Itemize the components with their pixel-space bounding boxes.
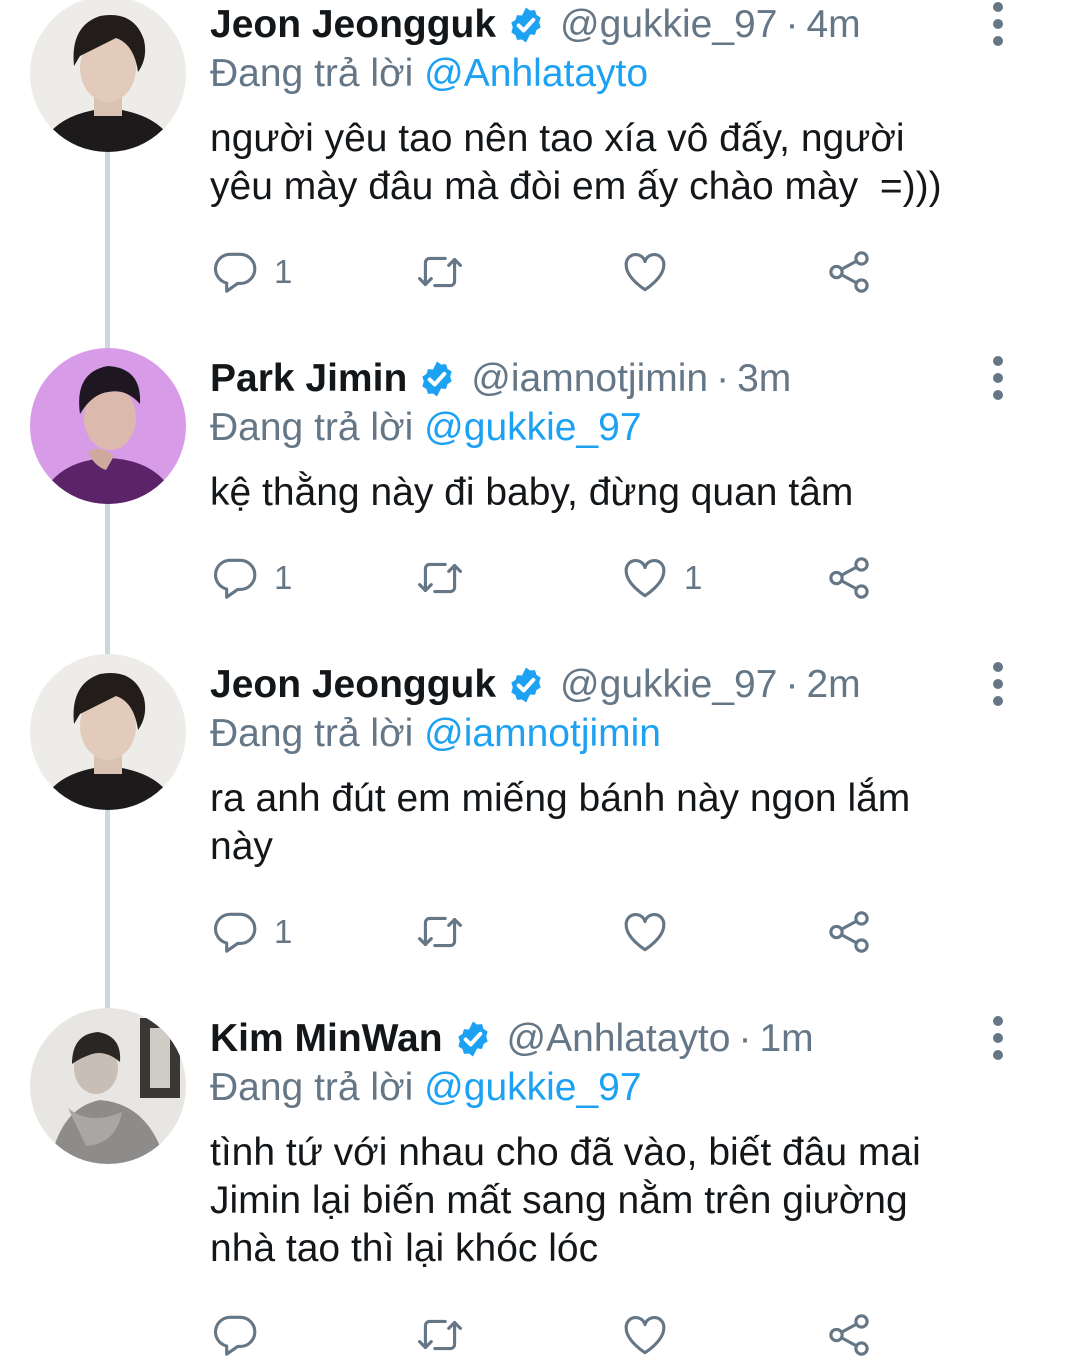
timestamp[interactable]: 2m bbox=[806, 663, 860, 707]
like-icon bbox=[620, 1310, 670, 1360]
more-options-icon[interactable] bbox=[985, 662, 1011, 706]
retweet-button[interactable] bbox=[415, 242, 479, 302]
retweet-button[interactable] bbox=[415, 1305, 479, 1365]
more-options-icon[interactable] bbox=[985, 2, 1011, 46]
share-button[interactable] bbox=[824, 1305, 874, 1365]
share-icon bbox=[824, 1310, 874, 1360]
more-options-icon[interactable] bbox=[985, 356, 1011, 400]
reply-button[interactable]: 1 bbox=[210, 548, 292, 608]
replying-to-line: Đang trả lời @gukkie_97 bbox=[210, 404, 642, 452]
verified-badge-icon bbox=[506, 665, 546, 705]
retweet-icon bbox=[415, 907, 465, 957]
replying-to-mention[interactable]: @gukkie_97 bbox=[424, 406, 641, 449]
reply-button[interactable] bbox=[210, 1305, 274, 1365]
username-handle[interactable]: @iamnotjimin bbox=[471, 357, 708, 401]
tweet-header: Jeon Jeongguk @gukkie_97 · 4m bbox=[210, 0, 861, 50]
like-count: 1 bbox=[684, 559, 703, 596]
retweet-button[interactable] bbox=[415, 548, 479, 608]
tweet-text: tình tứ với nhau cho đã vào, biết đâu ma… bbox=[210, 1131, 921, 1270]
replying-to-mention[interactable]: @iamnotjimin bbox=[424, 712, 661, 755]
share-icon bbox=[824, 907, 874, 957]
replying-to-label: Đang trả lời bbox=[210, 52, 414, 95]
username-handle[interactable]: @gukkie_97 bbox=[560, 663, 777, 707]
like-button[interactable] bbox=[620, 1305, 684, 1365]
username-handle[interactable]: @Anhlatayto bbox=[507, 1017, 731, 1061]
replying-to-line: Đang trả lời @iamnotjimin bbox=[210, 710, 661, 758]
display-name[interactable]: Jeon Jeongguk bbox=[210, 663, 496, 707]
retweet-button[interactable] bbox=[415, 902, 479, 962]
like-icon bbox=[620, 553, 670, 603]
avatar[interactable] bbox=[30, 0, 186, 152]
share-button[interactable] bbox=[824, 548, 874, 608]
reply-icon bbox=[210, 247, 260, 297]
separator-dot: · bbox=[785, 663, 799, 706]
replying-to-label: Đang trả lời bbox=[210, 712, 414, 755]
timestamp[interactable]: 1m bbox=[759, 1017, 813, 1061]
share-icon bbox=[824, 247, 874, 297]
replying-to-mention[interactable]: @Anhlatayto bbox=[424, 52, 648, 95]
like-icon bbox=[620, 907, 670, 957]
timestamp[interactable]: 4m bbox=[806, 3, 860, 47]
reply-icon bbox=[210, 553, 260, 603]
thread-connector-line bbox=[105, 150, 110, 350]
verified-badge-icon bbox=[417, 359, 457, 399]
reply-button[interactable]: 1 bbox=[210, 902, 292, 962]
tweet-actions bbox=[210, 1305, 890, 1365]
reply-button[interactable]: 1 bbox=[210, 242, 292, 302]
reply-count: 1 bbox=[274, 913, 293, 950]
thread-connector-line bbox=[105, 504, 110, 654]
timestamp[interactable]: 3m bbox=[737, 357, 791, 401]
reply-count: 1 bbox=[274, 253, 293, 290]
like-icon bbox=[620, 247, 670, 297]
tweet-text: kệ thằng này đi baby, đừng quan tâm bbox=[210, 471, 854, 514]
separator-dot: · bbox=[716, 357, 730, 400]
share-icon bbox=[824, 553, 874, 603]
more-options-icon[interactable] bbox=[985, 1016, 1011, 1060]
like-button[interactable]: 1 bbox=[620, 548, 702, 608]
replying-to-label: Đang trả lời bbox=[210, 406, 414, 449]
avatar[interactable] bbox=[30, 348, 186, 504]
tweet-actions: 1 bbox=[210, 902, 890, 962]
like-button[interactable] bbox=[620, 902, 684, 962]
tweet-text: ra anh đút em miếng bánh này ngon lắm nà… bbox=[210, 777, 911, 868]
share-button[interactable] bbox=[824, 902, 874, 962]
separator-dot: · bbox=[785, 3, 799, 46]
tweet-header: Jeon Jeongguk @gukkie_97 · 2m bbox=[210, 660, 861, 710]
replying-to-line: Đang trả lời @gukkie_97 bbox=[210, 1064, 642, 1112]
share-button[interactable] bbox=[824, 242, 874, 302]
avatar[interactable] bbox=[30, 1008, 186, 1164]
avatar-image bbox=[30, 0, 186, 152]
username-handle[interactable]: @gukkie_97 bbox=[560, 3, 777, 47]
retweet-icon bbox=[415, 1310, 465, 1360]
tweet-header: Kim MinWan @Anhlatayto · 1m bbox=[210, 1014, 814, 1064]
replying-to-label: Đang trả lời bbox=[210, 1066, 414, 1109]
tweet-actions: 1 bbox=[210, 242, 890, 302]
verified-badge-icon bbox=[453, 1019, 493, 1059]
verified-badge-icon bbox=[506, 5, 546, 45]
tweet-actions: 1 1 bbox=[210, 548, 890, 608]
tweet-text: người yêu tao nên tao xía vô đấy, người … bbox=[210, 117, 942, 208]
tweet-header: Park Jimin @iamnotjimin · 3m bbox=[210, 354, 791, 404]
reply-icon bbox=[210, 907, 260, 957]
replying-to-mention[interactable]: @gukkie_97 bbox=[424, 1066, 641, 1109]
replying-to-line: Đang trả lời @Anhlatayto bbox=[210, 50, 648, 98]
avatar-image bbox=[30, 348, 186, 504]
avatar-image bbox=[30, 654, 186, 810]
retweet-icon bbox=[415, 553, 465, 603]
retweet-icon bbox=[415, 247, 465, 297]
separator-dot: · bbox=[738, 1017, 752, 1060]
avatar-image bbox=[30, 1008, 186, 1164]
reply-thread: Jeon Jeongguk @gukkie_97 · 4m Đang trả l… bbox=[0, 0, 1080, 1363]
display-name[interactable]: Jeon Jeongguk bbox=[210, 3, 496, 47]
reply-icon bbox=[210, 1310, 260, 1360]
like-button[interactable] bbox=[620, 242, 684, 302]
reply-count: 1 bbox=[274, 559, 293, 596]
display-name[interactable]: Park Jimin bbox=[210, 357, 407, 401]
thread-connector-line bbox=[105, 810, 110, 1010]
avatar[interactable] bbox=[30, 654, 186, 810]
display-name[interactable]: Kim MinWan bbox=[210, 1017, 443, 1061]
